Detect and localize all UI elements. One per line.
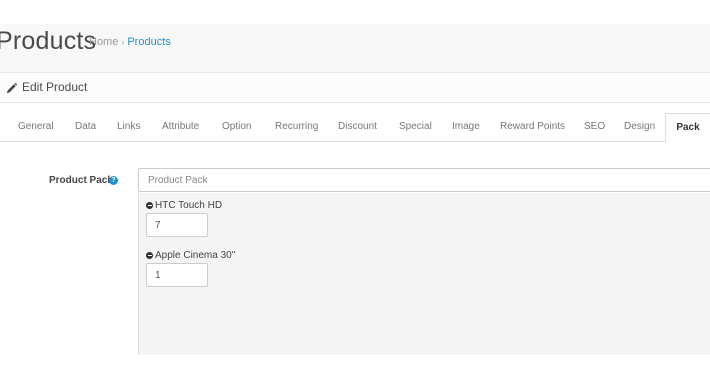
tab-general[interactable]: General (18, 114, 54, 140)
pack-item-name: Apple Cinema 30" (155, 250, 236, 261)
pack-item-quantity-input[interactable] (146, 213, 208, 237)
tab-links[interactable]: Links (117, 114, 140, 140)
tab-image[interactable]: Image (452, 114, 480, 140)
tab-special[interactable]: Special (399, 114, 432, 140)
panel-title: Edit Product (22, 80, 88, 94)
tab-design[interactable]: Design (624, 114, 655, 140)
page-title: Products (0, 27, 97, 55)
tab-attribute[interactable]: Attribute (162, 114, 199, 140)
tab-pack[interactable]: Pack (665, 113, 710, 143)
tab-recurring[interactable]: Recurring (275, 114, 318, 140)
tab-discount[interactable]: Discount (338, 114, 377, 140)
pack-item-quantity-input[interactable] (146, 263, 208, 287)
tab-data[interactable]: Data (75, 114, 96, 140)
product-pack-label: Product Pack (49, 175, 113, 186)
pack-item-name: HTC Touch HD (155, 200, 223, 211)
breadcrumb: Home › Products (89, 36, 171, 48)
tab-reward-points[interactable]: Reward Points (500, 114, 565, 140)
pack-items-well: HTC Touch HD Apple Cinema 30" (138, 193, 710, 355)
page-header (0, 24, 710, 73)
remove-item-icon[interactable] (146, 252, 153, 259)
breadcrumb-separator: › (121, 37, 125, 47)
product-pack-input[interactable] (138, 168, 710, 192)
pencil-icon (6, 83, 17, 94)
panel-heading (0, 73, 710, 103)
help-icon[interactable]: ? (109, 176, 118, 185)
tab-option[interactable]: Option (222, 114, 251, 140)
breadcrumb-products-link[interactable]: Products (127, 36, 170, 48)
tab-seo[interactable]: SEO (584, 114, 605, 140)
breadcrumb-home-link[interactable]: Home (89, 36, 118, 48)
remove-item-icon[interactable] (146, 202, 153, 209)
